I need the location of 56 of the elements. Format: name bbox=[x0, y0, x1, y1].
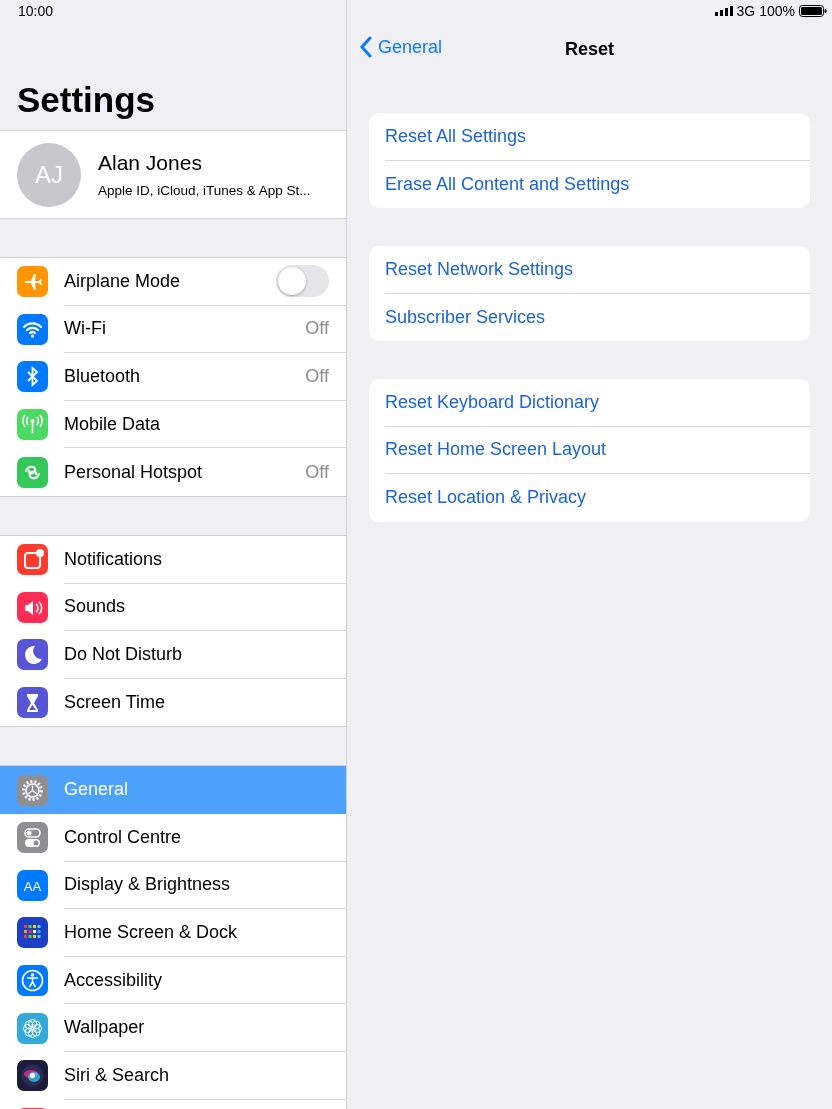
item-label: Wallpaper bbox=[64, 1017, 145, 1039]
settings-item[interactable]: Mobile Data bbox=[0, 400, 346, 449]
settings-item[interactable]: Wi-Fi Off bbox=[0, 305, 346, 354]
profile-card[interactable]: AJ Alan Jones Apple ID, iCloud, iTunes & App St... bbox=[0, 130, 346, 219]
item-label: General bbox=[64, 779, 129, 801]
profile-subtitle: Apple ID, iCloud, iTunes & App St... bbox=[98, 183, 311, 198]
settings-item[interactable]: Bluetooth Off bbox=[0, 353, 346, 401]
item-label: Control Centre bbox=[64, 826, 182, 848]
item-label: Sounds bbox=[64, 596, 126, 618]
back-button[interactable]: General bbox=[359, 36, 443, 58]
profile-name: Alan Jones bbox=[98, 151, 203, 175]
airplane-toggle[interactable] bbox=[276, 265, 329, 298]
item-label: Mobile Data bbox=[64, 413, 161, 435]
item-label: Display & Brightness bbox=[64, 874, 231, 896]
reset-option[interactable]: Reset Keyboard Dictionary bbox=[385, 379, 810, 427]
settings-item[interactable]: Control Centre bbox=[0, 813, 346, 862]
status-value: Off bbox=[305, 318, 329, 340]
item-label: Home Screen & Dock bbox=[64, 921, 238, 943]
avatar: AJ bbox=[17, 142, 81, 207]
text-size-icon: AA bbox=[17, 869, 48, 901]
reset-option[interactable]: Erase All Content and Settings bbox=[385, 160, 810, 208]
signal-icon bbox=[714, 6, 733, 16]
nav-title: Reset bbox=[565, 38, 614, 60]
item-label: Accessibility bbox=[64, 969, 163, 991]
clock: 10:00 bbox=[18, 3, 54, 19]
page-title: Settings bbox=[16, 79, 157, 121]
reset-option[interactable]: Reset Network Settings bbox=[385, 246, 810, 294]
item-label: Personal Hotspot bbox=[64, 461, 203, 483]
status-value: Off bbox=[305, 461, 329, 483]
settings-item[interactable]: Wallpaper bbox=[0, 1004, 346, 1052]
network-type: 3G bbox=[736, 3, 756, 19]
battery-icon bbox=[799, 5, 827, 17]
item-label: Screen Time bbox=[64, 692, 166, 714]
item-label: Notifications bbox=[64, 548, 163, 570]
item-label: Do Not Disturb bbox=[64, 643, 183, 665]
battery-percentage: 100% bbox=[759, 3, 795, 19]
settings-item[interactable]: Accessibility bbox=[0, 956, 346, 1005]
settings-item[interactable]: Siri & Search bbox=[0, 1051, 346, 1100]
item-label: Bluetooth bbox=[64, 366, 141, 387]
settings-item[interactable]: Screen Time bbox=[0, 678, 346, 727]
item-label: Airplane Mode bbox=[64, 270, 181, 292]
settings-item[interactable]: Sounds bbox=[0, 583, 346, 632]
settings-item[interactable]: AA Display & Brightness bbox=[0, 861, 346, 910]
settings-item[interactable]: Do Not Disturb bbox=[0, 631, 346, 679]
settings-item[interactable]: Personal Hotspot Off bbox=[0, 448, 346, 496]
settings-item[interactable]: Notifications bbox=[0, 535, 346, 584]
reset-option[interactable]: Reset All Settings bbox=[385, 113, 810, 161]
reset-option[interactable]: Subscriber Services bbox=[385, 293, 810, 341]
item-label: Wi-Fi bbox=[64, 318, 106, 340]
reset-option[interactable]: Reset Home Screen Layout bbox=[385, 426, 810, 474]
settings-item[interactable]: Home Screen & Dock bbox=[0, 909, 346, 957]
settings-item[interactable]: Airplane Mode bbox=[0, 258, 346, 306]
status-value: Off bbox=[305, 366, 329, 387]
reset-option[interactable]: Reset Location & Privacy bbox=[385, 474, 810, 522]
item-label: Siri & Search bbox=[64, 1064, 170, 1086]
chevron-left-icon bbox=[359, 36, 372, 58]
